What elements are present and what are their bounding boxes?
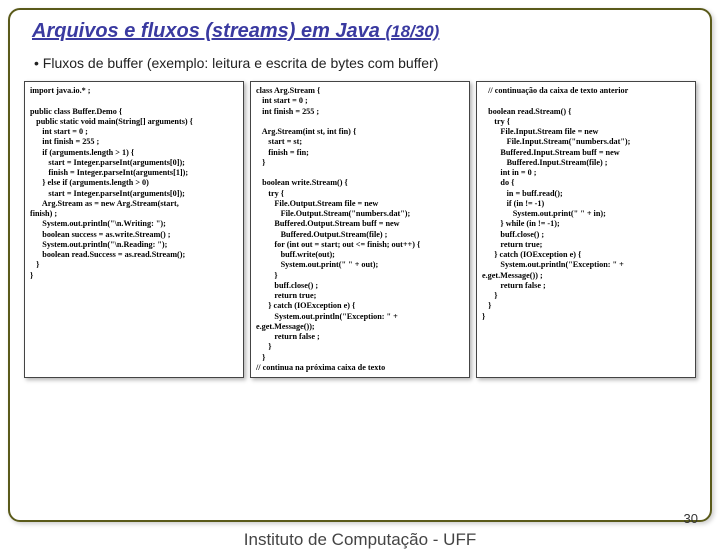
code-col-1: import java.io.* ; public class Buffer.D… [30,86,238,281]
slide-frame: Arquivos e fluxos (streams) em Java (18/… [8,8,712,522]
title-text: Arquivos e fluxos (streams) em Java [32,20,385,42]
page-number: 30 [684,511,698,526]
code-box-1: import java.io.* ; public class Buffer.D… [24,81,244,378]
code-col-2: class Arg.Stream { int start = 0 ; int f… [256,86,464,373]
title-count: (18/30) [385,22,439,41]
slide-title: Arquivos e fluxos (streams) em Java (18/… [32,20,696,43]
bullet-text: • Fluxos de buffer (exemplo: leitura e e… [34,55,696,71]
code-columns: import java.io.* ; public class Buffer.D… [24,81,696,378]
footer-text: Instituto de Computação - UFF [0,530,720,550]
code-box-2: class Arg.Stream { int start = 0 ; int f… [250,81,470,378]
code-col-3: // continuação da caixa de texto anterio… [482,86,690,322]
code-box-3: // continuação da caixa de texto anterio… [476,81,696,378]
